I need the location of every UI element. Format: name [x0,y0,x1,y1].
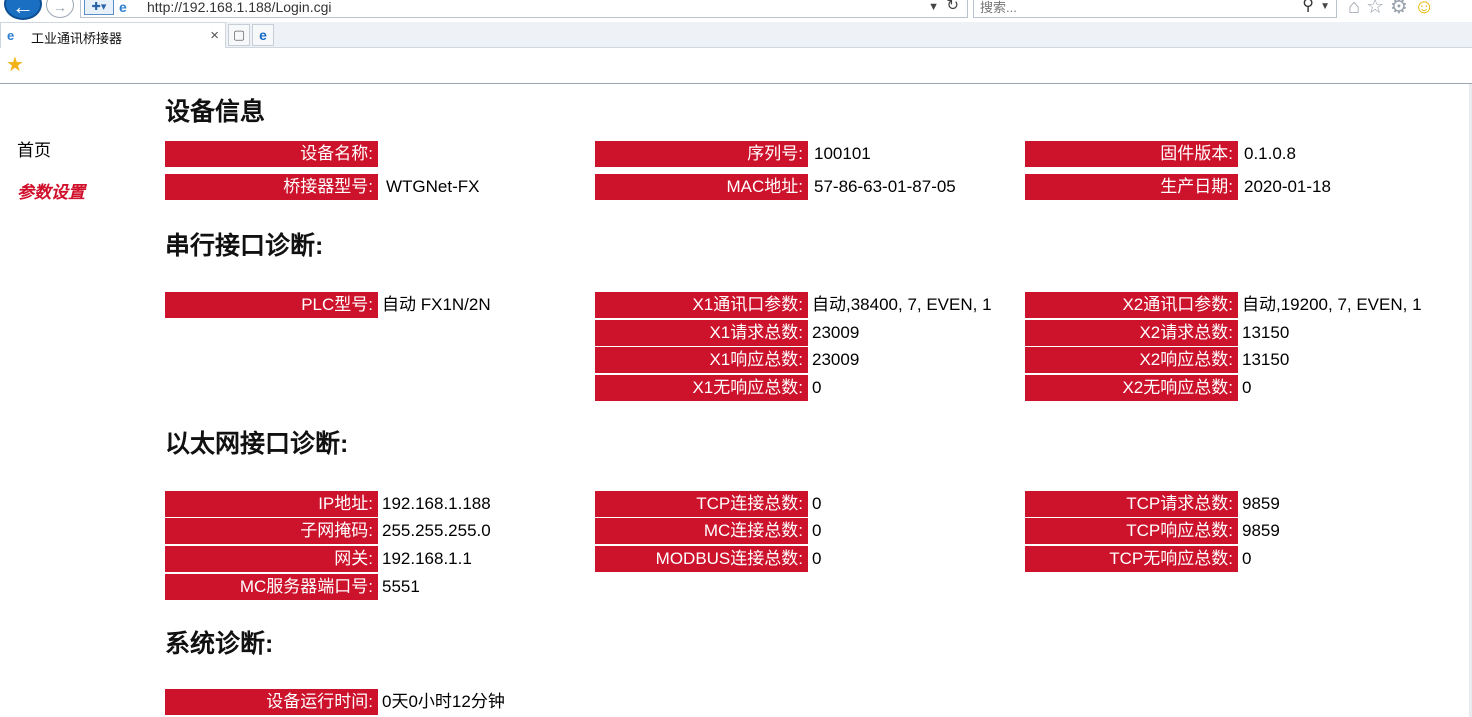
mac-value: 57-86-63-01-87-05 [814,177,956,196]
serial-value: 100101 [814,144,871,163]
uptime-value: 0天0小时12分钟 [382,692,505,711]
x1-params-value: 自动,38400, 7, EVEN, 1 [812,295,992,314]
tcp-resp-value: 9859 [1242,521,1280,540]
tab-bar: e 工业通讯桥接器 × ▢ e [0,22,1472,48]
address-bar[interactable]: ✚▾ e http://192.168.1.188/Login.cgi ▼ ↻ [80,0,968,18]
ip-label: IP地址: [165,491,378,517]
url-text[interactable]: http://192.168.1.188/Login.cgi [147,0,331,15]
x2-req-value: 13150 [1242,323,1290,342]
modbus-conn-value: 0 [812,549,822,568]
gateway-value: 192.168.1.1 [382,549,472,568]
tab-title: 工业通讯桥接器 [31,31,123,46]
edge-icon[interactable]: e [252,24,274,46]
plc-model-label: PLC型号: [165,292,378,318]
uptime-label: 设备运行时间: [165,689,378,715]
section-title-serial-diag: 串行接口诊断: [165,232,324,260]
search-box[interactable]: ⚲ ▼ [973,0,1337,18]
x2-resp-value: 13150 [1242,350,1290,369]
x1-resp-label: X1响应总数: [595,347,808,373]
subnet-mask-label: 子网掩码: [165,518,378,544]
mc-port-value: 5551 [382,577,420,596]
ie-icon: e [7,28,15,43]
nav-home-link[interactable]: 首页 [17,136,51,161]
firmware-label: 固件版本: [1025,141,1238,167]
tcp-noresp-value: 0 [1242,549,1252,568]
favorites-star-icon[interactable]: ★ [6,55,24,75]
mac-label: MAC地址: [595,174,808,200]
back-arrow-icon[interactable]: ← [4,0,42,20]
section-title-eth-diag: 以太网接口诊断: [165,430,349,458]
subnet-mask-value: 255.255.255.0 [382,521,491,540]
tcp-req-value: 9859 [1242,494,1280,513]
nav-settings-link[interactable]: 参数设置 [17,178,85,203]
x1-resp-value: 23009 [812,350,860,369]
bridge-model-value: WTGNet-FX [386,177,480,196]
forward-arrow-icon[interactable]: → [46,0,74,18]
section-title-sys-diag: 系统诊断: [165,630,274,658]
tcp-req-label: TCP请求总数: [1025,491,1238,517]
search-input[interactable] [980,0,1280,16]
tab-active[interactable]: e 工业通讯桥接器 × [0,22,226,48]
tcp-conn-value: 0 [812,494,822,513]
gear-icon[interactable]: ⚙ [1390,0,1408,18]
tcp-resp-label: TCP响应总数: [1025,518,1238,544]
firmware-value: 0.1.0.8 [1244,144,1296,163]
chevron-down-icon[interactable]: ▼ [928,0,939,15]
new-tab-icon[interactable]: ▢ [228,24,250,46]
refresh-icon[interactable]: ↻ [946,0,959,14]
x2-noresp-value: 0 [1242,378,1252,397]
plc-model-value: 自动 FX1N/2N [382,295,491,314]
favorites-star-icon[interactable]: ☆ [1366,0,1384,18]
device-name-label: 设备名称: [165,141,378,167]
smiley-icon[interactable]: ☺ [1414,0,1434,18]
ie-icon: e [119,0,127,15]
gateway-label: 网关: [165,546,378,572]
x1-req-label: X1请求总数: [595,320,808,346]
chevron-down-icon[interactable]: ▼ [1320,0,1330,15]
address-row: ← → ✚▾ e http://192.168.1.188/Login.cgi … [0,0,1472,20]
close-icon[interactable]: × [210,27,219,44]
mc-port-label: MC服务器端口号: [165,574,378,600]
search-icon[interactable]: ⚲ [1302,0,1314,15]
x2-params-label: X2通讯口参数: [1025,292,1238,318]
x2-req-label: X2请求总数: [1025,320,1238,346]
section-title-device-info: 设备信息 [165,98,266,126]
x1-noresp-value: 0 [812,378,822,397]
mc-conn-label: MC连接总数: [595,518,808,544]
tcp-conn-label: TCP连接总数: [595,491,808,517]
modbus-conn-label: MODBUS连接总数: [595,546,808,572]
x1-req-value: 23009 [812,323,860,342]
home-icon[interactable]: ⌂ [1348,0,1360,18]
ip-value: 192.168.1.188 [382,494,491,513]
toolbar-icons: ⌂ ☆ ⚙ ☺ [1348,0,1440,18]
serial-label: 序列号: [595,141,808,167]
favorites-bar: ★ [0,48,1472,84]
tcp-noresp-label: TCP无响应总数: [1025,546,1238,572]
prod-date-label: 生产日期: [1025,174,1238,200]
security-shield-icon[interactable]: ✚▾ [84,0,114,15]
x1-noresp-label: X1无响应总数: [595,375,808,401]
bridge-model-label: 桥接器型号: [165,174,378,200]
x2-noresp-label: X2无响应总数: [1025,375,1238,401]
prod-date-value: 2020-01-18 [1244,177,1331,196]
mc-conn-value: 0 [812,521,822,540]
x1-params-label: X1通讯口参数: [595,292,808,318]
x2-params-value: 自动,19200, 7, EVEN, 1 [1242,295,1422,314]
browser-chrome: ← → ✚▾ e http://192.168.1.188/Login.cgi … [0,0,1472,84]
x2-resp-label: X2响应总数: [1025,347,1238,373]
